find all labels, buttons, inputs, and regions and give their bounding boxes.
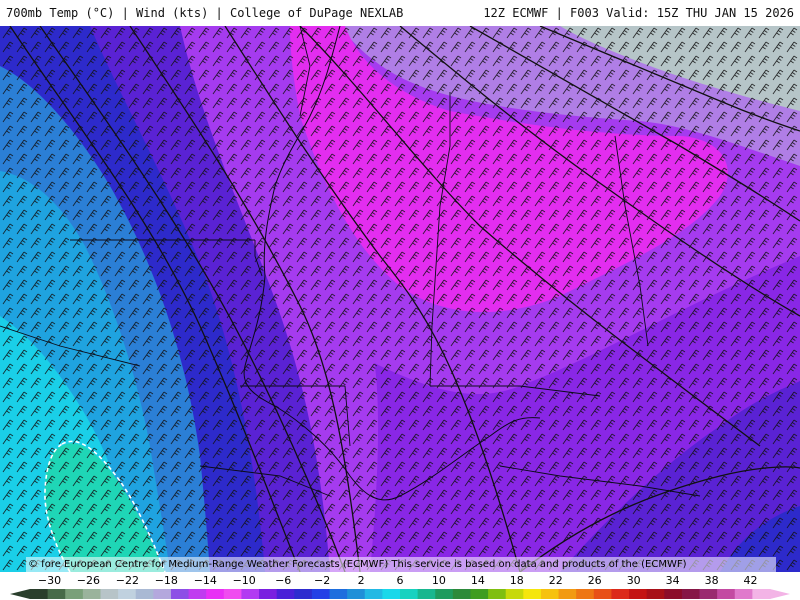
colorbar-tick-label: −30 (37, 574, 62, 587)
colorbar-min-arrow (10, 589, 30, 599)
colorbar-swatch (699, 589, 718, 599)
colorbar-tick-label: −14 (193, 574, 217, 587)
colorbar-tick-label: 14 (470, 574, 485, 587)
colorbar-swatch (311, 589, 331, 599)
colorbar-scale (10, 589, 790, 599)
colorbar-tick-label: 10 (431, 574, 446, 587)
colorbar-swatch (82, 589, 102, 599)
colorbar-swatch (259, 589, 278, 599)
product-title: 700mb Temp (°C) | Wind (kts) | College o… (6, 6, 404, 20)
colorbar-swatch (30, 589, 49, 599)
ecmwf-attribution: © fore European Centre for Medium-Range … (26, 557, 776, 572)
colorbar-swatch (558, 589, 577, 599)
colorbar-tick-label: 38 (704, 574, 719, 587)
colorbar-swatch (170, 589, 190, 599)
colorbar-swatch (382, 589, 401, 599)
colorbar-swatch (540, 589, 560, 599)
colorbar-max-arrow (770, 589, 790, 599)
colorbar-tick-label: 6 (396, 574, 404, 587)
colorbar-swatch (153, 589, 172, 599)
colorbar-tick-label: −6 (275, 574, 292, 587)
colorbar-swatch (717, 589, 736, 599)
colorbar-tick-label: −10 (232, 574, 256, 587)
colorbar-swatch (241, 589, 260, 599)
wind-barbs-layer (0, 26, 800, 572)
colorbar-swatch (47, 589, 66, 599)
map-canvas (0, 26, 800, 572)
colorbar-tick-label: 22 (548, 574, 563, 587)
colorbar-swatch (611, 589, 630, 599)
colorbar-swatch (135, 589, 154, 599)
colorbar-swatch (223, 589, 243, 599)
colorbar-tick-labels: −30 −26 −22 −18 −14 −10 −6 −2 2 6 10 14 18 22 26 30 34 38… (0, 572, 800, 588)
colorbar-swatch (118, 589, 137, 599)
colorbar-tick-label: −22 (115, 574, 139, 587)
model-valid-time: 12Z ECMWF | F003 Valid: 15Z THU JAN 15 2… (483, 6, 794, 20)
colorbar-swatch (681, 589, 701, 599)
colorbar-swatch (752, 589, 771, 599)
colorbar-swatch (417, 589, 436, 599)
colorbar-swatch (400, 589, 419, 599)
temperature-colorbar: −30 −26 −22 −18 −14 −10 −6 −2 2 6 10 14 18 22 26 30 34 38… (0, 572, 800, 600)
colorbar-tick-label: 18 (509, 574, 524, 587)
colorbar-swatch (523, 589, 542, 599)
weather-map[interactable] (0, 26, 800, 572)
colorbar-swatch (294, 589, 313, 599)
colorbar-tick-label: 2 (357, 574, 365, 587)
map-header: 700mb Temp (°C) | Wind (kts) | College o… (0, 0, 800, 26)
colorbar-swatch (65, 589, 84, 599)
colorbar-swatch (329, 589, 348, 599)
colorbar-swatch (646, 589, 665, 599)
colorbar-swatch (188, 589, 207, 599)
colorbar-swatch (100, 589, 119, 599)
colorbar-swatch (734, 589, 753, 599)
colorbar-tick-label: −26 (76, 574, 100, 587)
colorbar-tick-label: 30 (626, 574, 641, 587)
colorbar-swatch (664, 589, 683, 599)
colorbar-swatch (276, 589, 295, 599)
colorbar-swatch (435, 589, 454, 599)
colorbar-tick-label: 26 (587, 574, 602, 587)
colorbar-swatch (629, 589, 648, 599)
colorbar-tick-label: 34 (665, 574, 680, 587)
colorbar-swatch (347, 589, 366, 599)
colorbar-swatch (452, 589, 472, 599)
colorbar-swatch (470, 589, 489, 599)
colorbar-swatch (364, 589, 383, 599)
colorbar-swatch (206, 589, 225, 599)
colorbar-swatch (593, 589, 613, 599)
colorbar-swatch (576, 589, 595, 599)
colorbar-swatch (488, 589, 507, 599)
colorbar-tick-label: −18 (154, 574, 178, 587)
colorbar-tick-label: 42 (743, 574, 758, 587)
colorbar-tick-label: −2 (313, 574, 331, 587)
colorbar-swatch (505, 589, 524, 599)
